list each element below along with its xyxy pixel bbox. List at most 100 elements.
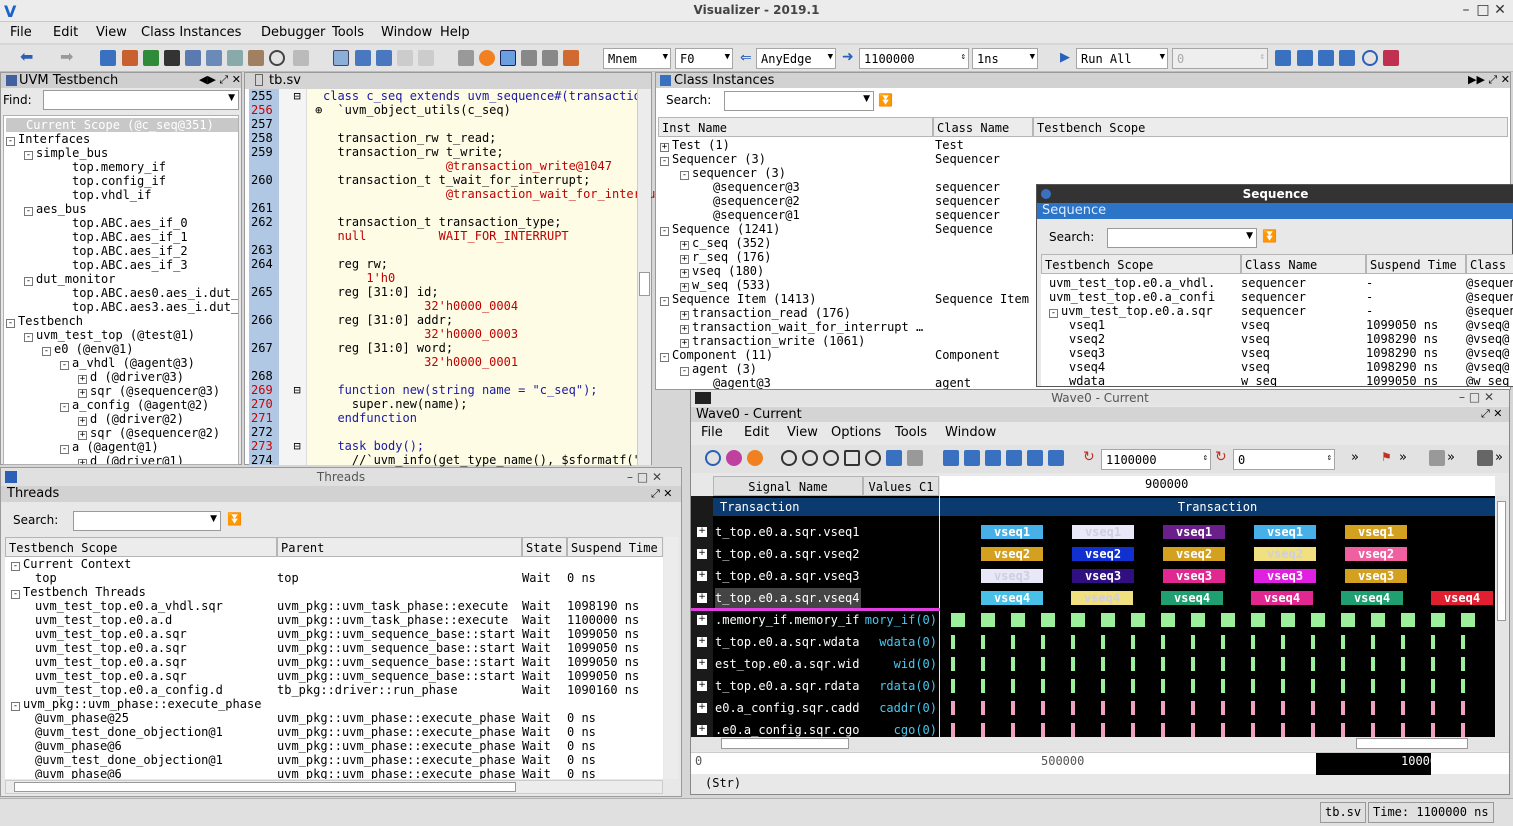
signal-pulse[interactable] [1041,723,1045,737]
wave-menu-edit[interactable]: Edit [744,425,769,440]
signal-pulse[interactable] [1371,701,1375,715]
transaction-bar[interactable]: vseq2 [1162,546,1226,562]
transaction-bar[interactable]: vseq4 [1430,590,1494,606]
tree-row[interactable]: top.ABC.aes3.aes_i.dut_mon [6,300,238,314]
expand-toggle-icon[interactable]: + [78,459,87,464]
next-edge-icon[interactable] [964,450,980,466]
signal-pulse[interactable] [1041,701,1045,715]
tree-row[interactable]: top.ABC.aes_if_1 [6,230,238,244]
wave-vscroll-thumb[interactable] [1497,501,1506,621]
thread-row[interactable]: @uvm_phase@6 uvm_pkg::uvm_phase::execute_… [5,739,639,753]
step-out-icon[interactable] [376,50,392,66]
signal-pulse[interactable] [1191,613,1205,627]
maximize-icon[interactable]: □ [1475,2,1491,18]
sequence-row[interactable]: wdata w_seq 1099050 ns @w_seq [1041,374,1513,386]
signal-pulse[interactable] [1101,635,1105,649]
sequence-row[interactable]: vseq3 vseq 1098290 ns @vseq@ [1041,346,1513,360]
signal-pulse[interactable] [951,613,965,627]
signal-hscroll-thumb[interactable] [721,738,849,749]
tree-row[interactable]: - Testbench [6,314,238,328]
hierarchy-icon[interactable] [100,50,116,66]
signal-pulse[interactable] [1221,613,1235,627]
signal-pulse[interactable] [1221,701,1225,715]
signal-pulse[interactable] [1221,657,1225,671]
zoom-fit-icon[interactable] [844,450,860,466]
signal-pulse[interactable] [951,679,955,693]
menu-debugger[interactable]: Debugger [261,25,325,40]
f0-select[interactable]: F0 ▼ [675,48,733,69]
panel-controls-icon[interactable]: ◀▶ ⤢ ✕ [199,73,241,87]
signal-pulse[interactable] [1341,613,1355,627]
signal-pulse[interactable] [1251,657,1255,671]
signal-pulse[interactable] [1461,679,1465,693]
forward-arrow-icon[interactable]: ➡ [60,49,76,66]
find-input[interactable]: ▼ [43,90,239,110]
signal-pulse[interactable] [1191,723,1195,737]
expand-toggle-icon[interactable]: + [78,431,87,440]
signal-pulse[interactable] [1401,613,1415,627]
thread-row[interactable]: @uvm_test_done_objection@1 uvm_pkg::uvm_p… [5,753,639,767]
expand-toggle-icon[interactable]: + [78,389,87,398]
signal-pulse[interactable] [1371,657,1375,671]
signal-pulse[interactable] [1131,701,1135,715]
list-icon[interactable] [206,50,222,66]
more-icon[interactable]: » [1351,450,1367,466]
down-edge-icon[interactable] [1006,450,1022,466]
expand-button[interactable]: + [697,593,707,603]
thread-row[interactable]: uvm_test_top.e0.a.d uvm_pkg::uvm_task_pha… [5,613,639,627]
zoom-area-icon[interactable] [865,450,881,466]
signal-pulse[interactable] [981,679,985,693]
wave-refresh-icon[interactable] [705,450,721,466]
expand-button[interactable]: + [697,571,707,581]
zoom-out-icon[interactable] [823,450,839,466]
menu-help[interactable]: Help [440,25,470,40]
expand-toggle-icon[interactable]: - [60,403,69,412]
signal-pulse[interactable] [1071,723,1075,737]
search-edge-icon[interactable] [1027,450,1043,466]
expand-button[interactable]: + [697,549,707,559]
tree-row[interactable]: top.ABC.aes0.aes_i.dut_mon [6,286,238,300]
signal-pulse[interactable] [1251,635,1255,649]
wave-dock-icon[interactable]: ⤢ ✕ [1481,407,1503,421]
signal-pulse[interactable] [1311,679,1315,693]
sequence-row[interactable]: vseq4 vseq 1098290 ns @vseq@ [1041,360,1513,374]
signal-pulse[interactable] [1101,701,1105,715]
wave-menu-window[interactable]: Window [945,425,996,440]
signal-pulse[interactable] [1311,701,1315,715]
signal-pulse[interactable] [1101,679,1105,693]
menu-class-instances[interactable]: Class Instances [141,25,241,40]
wave-hscroll[interactable] [691,737,1509,751]
refresh-icon[interactable] [1362,50,1378,66]
more3-icon[interactable]: » [1447,450,1463,466]
thread-row[interactable]: @uvm_test_done_objection@1 uvm_pkg::uvm_p… [5,725,639,739]
expand-button[interactable]: + [697,615,707,625]
seq-col-scope[interactable]: Testbench Scope [1041,254,1241,274]
expand-button[interactable]: + [697,637,707,647]
thread-row[interactable]: - uvm_pkg::uvm_phase::execute_phase [5,697,639,711]
wave-menu-view[interactable]: View [787,425,818,440]
tree-row[interactable]: - Interfaces [6,132,238,146]
editor-scroll-thumb[interactable] [639,272,650,296]
signal-pulse[interactable] [1341,701,1345,715]
tree-row[interactable]: top.memory_if [6,160,238,174]
connect-icon[interactable] [1275,50,1291,66]
transaction-bar[interactable]: vseq2 [980,546,1044,562]
sequence-row[interactable]: uvm_test_top.e0.a_vhdl. sequencer - @sequen [1041,276,1513,290]
signal-pulse[interactable] [1311,723,1315,737]
editor-scrollbar[interactable] [637,89,651,465]
signal-pulse[interactable] [1161,679,1165,693]
prev-edge-icon[interactable] [943,450,959,466]
tree-row[interactable]: top.vhdl_if [6,188,238,202]
signal-pulse[interactable] [1371,679,1375,693]
back-arrow-icon[interactable]: ⬅ [20,49,36,66]
more2-icon[interactable]: » [1399,450,1415,466]
transaction-bar[interactable]: vseq2 [1344,546,1408,562]
expand-toggle-icon[interactable]: - [24,333,33,342]
signal-name[interactable]: e0.a_config.sqr.caddr [715,698,861,718]
wave-delta-input[interactable]: 0 ⇕ [1233,449,1335,470]
group-transaction[interactable]: Transaction [713,498,939,516]
tree-row[interactable]: + d (@driver@2) [6,412,238,426]
palette-icon[interactable] [726,450,742,466]
transaction-bar[interactable]: vseq3 [1253,568,1317,584]
transaction-bar[interactable]: vseq3 [1162,568,1226,584]
